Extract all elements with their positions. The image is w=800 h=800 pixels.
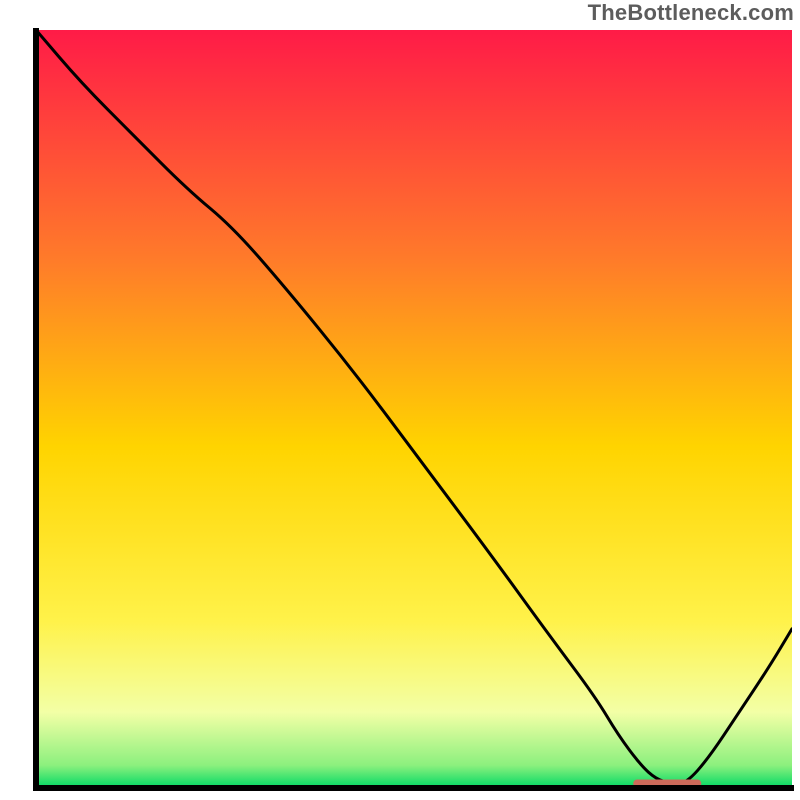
watermark-text: TheBottleneck.com [588, 0, 794, 26]
chart-root: TheBottleneck.com [0, 0, 800, 800]
chart-svg [0, 26, 800, 800]
gradient-background [36, 30, 792, 788]
plot-group [33, 28, 794, 791]
plot-area [0, 26, 800, 800]
